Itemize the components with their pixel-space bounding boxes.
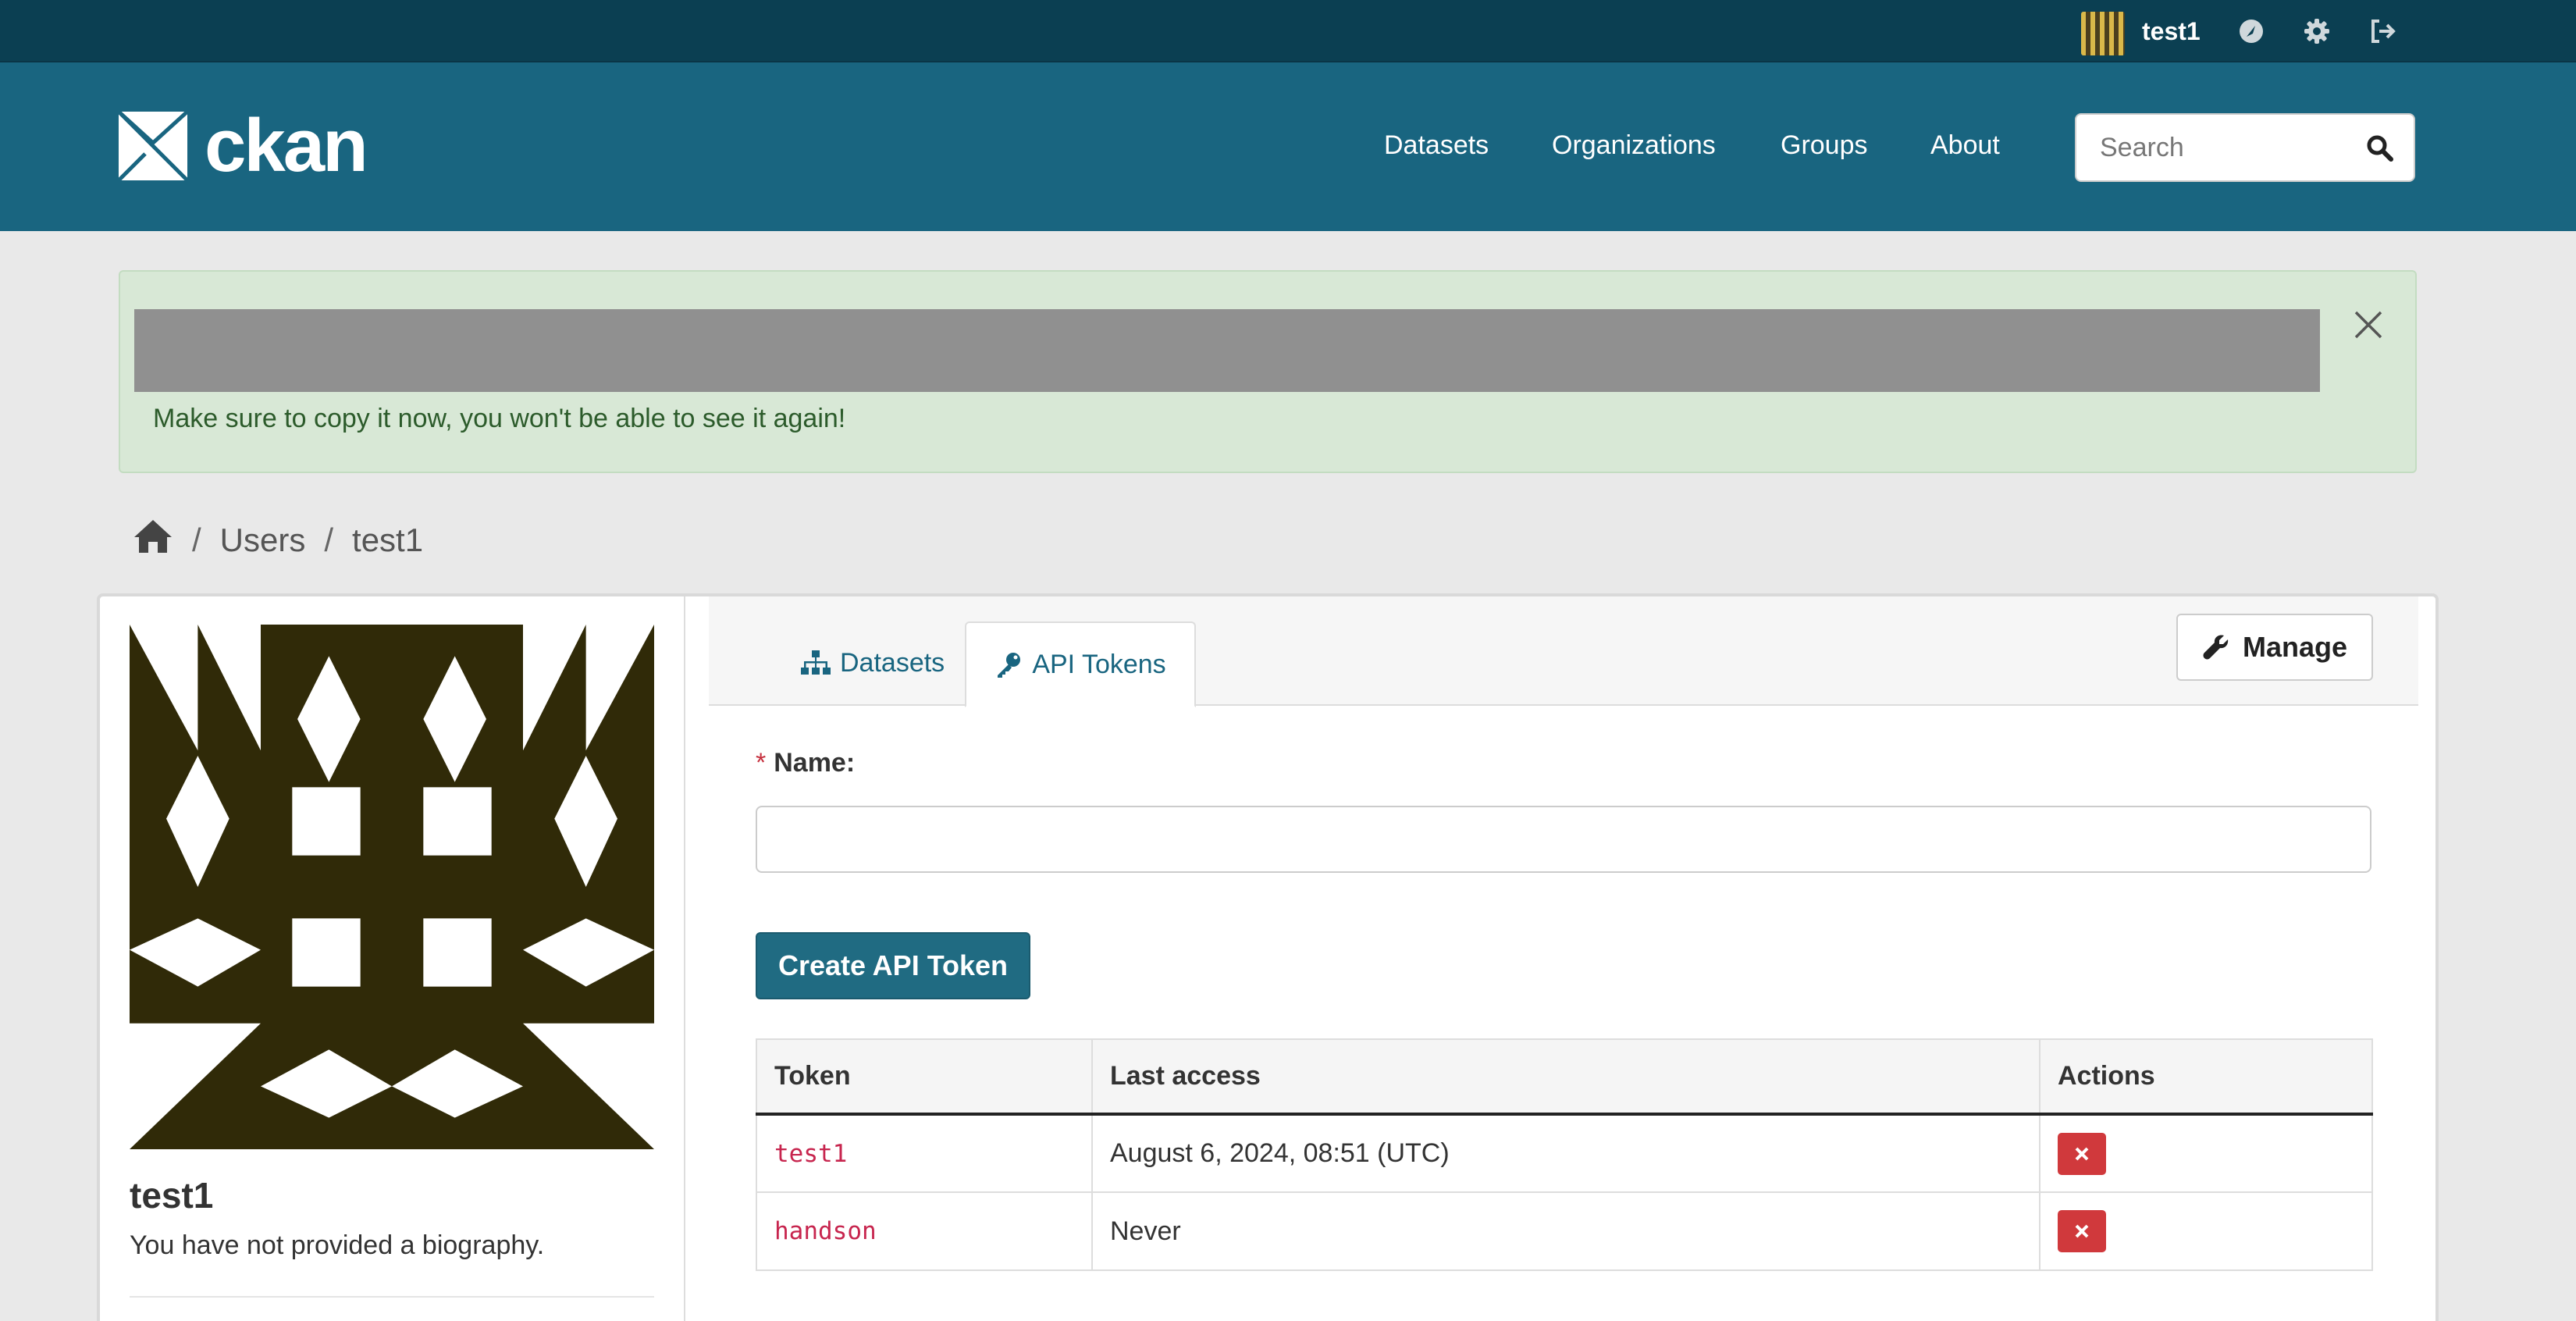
token-name-cell: handson — [756, 1191, 1093, 1271]
revoke-token-button[interactable] — [2058, 1132, 2106, 1175]
divider — [130, 1296, 654, 1298]
ckan-logo-icon — [119, 112, 187, 180]
dashboard-icon[interactable] — [2236, 16, 2267, 47]
redacted-token-area — [134, 309, 2320, 392]
main-wrapper: test1 You have not provided a biography.… — [97, 593, 2439, 1321]
tab-bar: Datasets API Tokens Manage — [709, 596, 2418, 707]
success-alert: Make sure to copy it now, you won't be a… — [119, 270, 2417, 473]
table-row: test1 August 6, 2024, 08:51 (UTC) — [756, 1113, 2373, 1193]
column-header-token: Token — [756, 1038, 1093, 1116]
settings-icon[interactable] — [2301, 16, 2332, 47]
close-icon[interactable] — [2350, 306, 2387, 344]
last-access-cell: August 6, 2024, 08:51 (UTC) — [1091, 1113, 2041, 1193]
wrench-icon — [2203, 635, 2229, 660]
close-icon — [2075, 1147, 2089, 1160]
user-biography: You have not provided a biography. — [130, 1230, 545, 1260]
tab-datasets-label: Datasets — [840, 647, 945, 678]
breadcrumb-users[interactable]: Users — [220, 522, 306, 559]
actions-cell — [2039, 1191, 2373, 1271]
alert-message: Make sure to copy it now, you won't be a… — [153, 404, 846, 433]
sitemap-icon — [801, 650, 831, 675]
user-display-name: test1 — [130, 1175, 214, 1216]
breadcrumb: / Users / test1 — [133, 520, 423, 561]
column-header-last-access: Last access — [1091, 1038, 2041, 1116]
manage-button[interactable]: Manage — [2176, 614, 2373, 681]
ckan-logo[interactable]: ckan — [119, 104, 368, 187]
token-name-cell: test1 — [756, 1113, 1093, 1193]
revoke-token-button[interactable] — [2058, 1210, 2106, 1252]
user-content: Datasets API Tokens Manage * Name: Create… — [709, 596, 2418, 1321]
token-name-input[interactable] — [756, 806, 2371, 873]
table-row: handson Never — [756, 1191, 2373, 1271]
user-avatar-small[interactable] — [2081, 12, 2125, 55]
search-input[interactable] — [2076, 115, 2357, 180]
nav-organizations[interactable]: Organizations — [1552, 128, 1716, 162]
tab-api-tokens-label: API Tokens — [1032, 649, 1166, 679]
breadcrumb-separator: / — [192, 522, 201, 558]
logout-icon[interactable] — [2367, 16, 2398, 47]
search-icon[interactable] — [2362, 130, 2396, 165]
required-marker: * — [756, 748, 767, 778]
logo-text: ckan — [205, 104, 368, 187]
account-masthead: test1 — [0, 0, 2576, 62]
table-header-row: Token Last access Actions — [756, 1038, 2373, 1116]
manage-label: Manage — [2242, 631, 2348, 663]
name-field-label: * Name: — [756, 748, 855, 778]
name-label-text: Name: — [774, 748, 856, 778]
nav-datasets[interactable]: Datasets — [1384, 128, 1489, 162]
nav-groups[interactable]: Groups — [1781, 128, 1868, 162]
account-username-link[interactable]: test1 — [2142, 16, 2201, 47]
create-api-token-button[interactable]: Create API Token — [756, 932, 1030, 999]
column-header-actions: Actions — [2039, 1038, 2373, 1116]
last-access-cell: Never — [1091, 1191, 2041, 1271]
nav-about[interactable]: About — [1930, 128, 2000, 162]
breadcrumb-separator: / — [324, 522, 334, 558]
site-search — [2075, 113, 2415, 182]
tab-datasets[interactable]: Datasets — [784, 621, 962, 704]
tab-api-tokens[interactable]: API Tokens — [965, 621, 1196, 707]
close-icon — [2075, 1224, 2089, 1238]
api-tokens-table: Token Last access Actions test1 August 6… — [756, 1038, 2373, 1271]
user-identicon — [130, 625, 654, 1149]
home-icon[interactable] — [133, 518, 173, 562]
breadcrumb-current-user[interactable]: test1 — [352, 522, 423, 559]
key-icon — [998, 653, 1021, 678]
user-sidebar: test1 You have not provided a biography. — [100, 596, 685, 1321]
actions-cell — [2039, 1113, 2373, 1193]
